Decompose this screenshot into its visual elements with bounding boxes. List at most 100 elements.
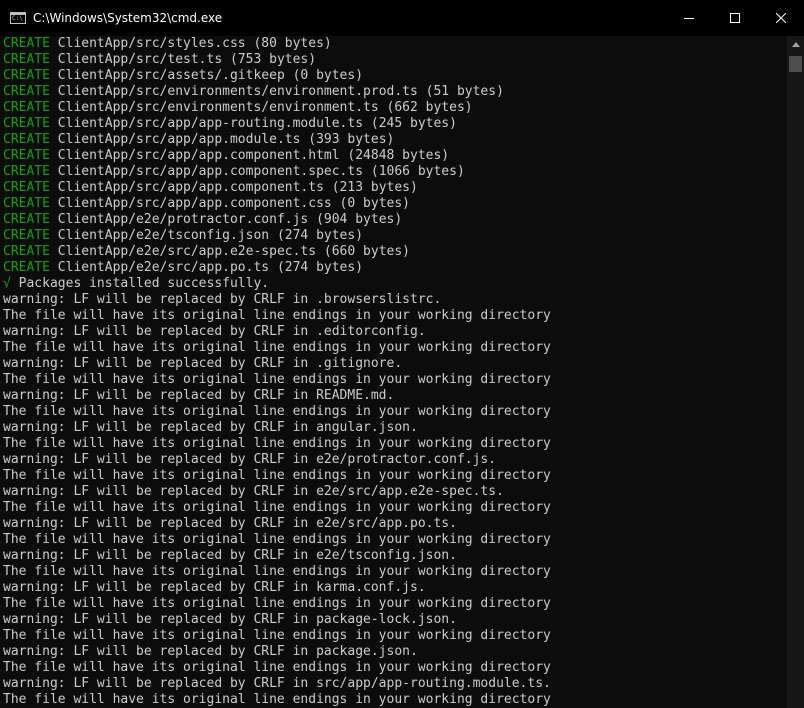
console-line-text: The file will have its original line end… xyxy=(3,340,551,355)
console-line: CREATE ClientApp/src/app/app.component.c… xyxy=(3,196,410,212)
console-line: warning: LF will be replaced by CRLF in … xyxy=(3,644,418,660)
console-line-text: The file will have its original line end… xyxy=(3,372,551,387)
console-line: The file will have its original line end… xyxy=(3,436,551,452)
console-line-text: ClientApp/src/test.ts (753 bytes) xyxy=(49,52,317,67)
console-line: CREATE ClientApp/src/environments/enviro… xyxy=(3,100,473,116)
console-line-text: ClientApp/e2e/src/app.po.ts (274 bytes) xyxy=(49,260,364,275)
console-line: CREATE ClientApp/e2e/protractor.conf.js … xyxy=(3,212,402,228)
console-line: CREATE ClientApp/src/environments/enviro… xyxy=(3,84,504,100)
console-line-text: ClientApp/src/app/app.component.html (24… xyxy=(49,148,450,163)
create-keyword: CREATE xyxy=(3,116,50,131)
console-line-text: ClientApp/src/styles.css (80 bytes) xyxy=(49,36,332,51)
create-keyword: CREATE xyxy=(3,260,50,275)
console-line-text: warning: LF will be replaced by CRLF in … xyxy=(3,580,426,595)
console-line-text: warning: LF will be replaced by CRLF in … xyxy=(3,388,395,403)
maximize-icon xyxy=(730,13,740,23)
console-line-text: The file will have its original line end… xyxy=(3,532,551,547)
create-keyword: CREATE xyxy=(3,212,50,227)
console-line: CREATE ClientApp/src/app/app-routing.mod… xyxy=(3,116,457,132)
cmd-icon: C:\ xyxy=(10,12,26,24)
console-line: CREATE ClientApp/src/app/app.component.h… xyxy=(3,148,449,164)
console-line-text: ClientApp/src/app/app-routing.module.ts … xyxy=(49,116,457,131)
create-keyword: CREATE xyxy=(3,84,50,99)
console-line: √ Packages installed successfully. xyxy=(3,276,269,292)
arrow-up-icon xyxy=(791,42,800,47)
console-line: warning: LF will be replaced by CRLF in … xyxy=(3,356,402,372)
console-line: warning: LF will be replaced by CRLF in … xyxy=(3,676,551,692)
console-line: warning: LF will be replaced by CRLF in … xyxy=(3,484,504,500)
create-keyword: CREATE xyxy=(3,228,50,243)
console-line: CREATE ClientApp/src/styles.css (80 byte… xyxy=(3,36,332,52)
console-line: The file will have its original line end… xyxy=(3,500,551,516)
scroll-up-button[interactable] xyxy=(787,36,804,53)
console-line: warning: LF will be replaced by CRLF in … xyxy=(3,324,426,340)
console-line-text: ClientApp/src/app/app.component.spec.ts … xyxy=(49,164,465,179)
console-line-text: warning: LF will be replaced by CRLF in … xyxy=(3,452,497,467)
console-line-text: ClientApp/src/environments/environment.t… xyxy=(49,100,473,115)
create-keyword: CREATE xyxy=(3,36,50,51)
console-line-text: warning: LF will be replaced by CRLF in … xyxy=(3,676,551,691)
console-line-text: ClientApp/src/app/app.module.ts (393 byt… xyxy=(49,132,395,147)
console-line: The file will have its original line end… xyxy=(3,372,551,388)
minimize-icon xyxy=(684,18,694,19)
console-line-text: warning: LF will be replaced by CRLF in … xyxy=(3,612,457,627)
console-line: The file will have its original line end… xyxy=(3,308,551,324)
success-check: √ xyxy=(3,276,11,291)
console-line-text: warning: LF will be replaced by CRLF in … xyxy=(3,516,457,531)
create-keyword: CREATE xyxy=(3,100,50,115)
title-bar[interactable]: C:\ C:\Windows\System32\cmd.exe xyxy=(0,0,804,36)
console-line-text: warning: LF will be replaced by CRLF in … xyxy=(3,292,442,307)
console-line: The file will have its original line end… xyxy=(3,404,551,420)
console-line-text: ClientApp/src/assets/.gitkeep (0 bytes) xyxy=(49,68,364,83)
create-keyword: CREATE xyxy=(3,148,50,163)
create-keyword: CREATE xyxy=(3,164,50,179)
console-line-text: The file will have its original line end… xyxy=(3,468,551,483)
console-line-text: warning: LF will be replaced by CRLF in … xyxy=(3,484,504,499)
console-output[interactable]: CREATE ClientApp/src/styles.css (80 byte… xyxy=(0,36,788,708)
console-line: CREATE ClientApp/src/test.ts (753 bytes) xyxy=(3,52,316,68)
console-line: CREATE ClientApp/e2e/src/app.po.ts (274 … xyxy=(3,260,363,276)
cmd-window: C:\ C:\Windows\System32\cmd.exe CREATE C xyxy=(0,0,804,708)
close-button[interactable] xyxy=(758,0,804,36)
console-line-text: warning: LF will be replaced by CRLF in … xyxy=(3,548,457,563)
console-line-text: warning: LF will be replaced by CRLF in … xyxy=(3,324,426,339)
console-line: warning: LF will be replaced by CRLF in … xyxy=(3,388,394,404)
scroll-thumb[interactable] xyxy=(789,56,802,72)
console-line-text: The file will have its original line end… xyxy=(3,500,551,515)
console-line: CREATE ClientApp/src/assets/.gitkeep (0 … xyxy=(3,68,363,84)
console-line: CREATE ClientApp/e2e/tsconfig.json (274 … xyxy=(3,228,363,244)
console-line-text: The file will have its original line end… xyxy=(3,564,551,579)
console-line: CREATE ClientApp/src/app/app.component.s… xyxy=(3,164,465,180)
console-line: warning: LF will be replaced by CRLF in … xyxy=(3,548,457,564)
console-line-text: ClientApp/e2e/tsconfig.json (274 bytes) xyxy=(49,228,364,243)
console-line: warning: LF will be replaced by CRLF in … xyxy=(3,580,426,596)
console-line-text: warning: LF will be replaced by CRLF in … xyxy=(3,356,403,371)
console-line: The file will have its original line end… xyxy=(3,596,551,612)
console-line: The file will have its original line end… xyxy=(3,628,551,644)
create-keyword: CREATE xyxy=(3,52,50,67)
console-line: warning: LF will be replaced by CRLF in … xyxy=(3,612,457,628)
console-line: warning: LF will be replaced by CRLF in … xyxy=(3,420,418,436)
create-keyword: CREATE xyxy=(3,68,50,83)
console-line-text: ClientApp/e2e/protractor.conf.js (904 by… xyxy=(49,212,403,227)
console-line-text: ClientApp/src/environments/environment.p… xyxy=(49,84,504,99)
console-line-text: Packages installed successfully. xyxy=(10,276,270,291)
console-line: CREATE ClientApp/src/app/app.module.ts (… xyxy=(3,132,394,148)
console-line: The file will have its original line end… xyxy=(3,340,551,356)
create-keyword: CREATE xyxy=(3,132,50,147)
console-line: warning: LF will be replaced by CRLF in … xyxy=(3,292,441,308)
console-line-text: The file will have its original line end… xyxy=(3,628,551,643)
console-line-text: The file will have its original line end… xyxy=(3,692,551,707)
minimize-button[interactable] xyxy=(666,0,712,36)
console-line: CREATE ClientApp/e2e/src/app.e2e-spec.ts… xyxy=(3,244,410,260)
maximize-button[interactable] xyxy=(712,0,758,36)
console-line: The file will have its original line end… xyxy=(3,692,551,708)
console-line: warning: LF will be replaced by CRLF in … xyxy=(3,516,457,532)
console-line-text: warning: LF will be replaced by CRLF in … xyxy=(3,644,418,659)
console-line: warning: LF will be replaced by CRLF in … xyxy=(3,452,496,468)
console-line: CREATE ClientApp/src/app/app.component.t… xyxy=(3,180,418,196)
vertical-scrollbar[interactable] xyxy=(787,36,804,708)
console-line-text: ClientApp/src/app/app.component.css (0 b… xyxy=(49,196,410,211)
console-line-text: ClientApp/e2e/src/app.e2e-spec.ts (660 b… xyxy=(49,244,410,259)
console-line-text: The file will have its original line end… xyxy=(3,596,551,611)
